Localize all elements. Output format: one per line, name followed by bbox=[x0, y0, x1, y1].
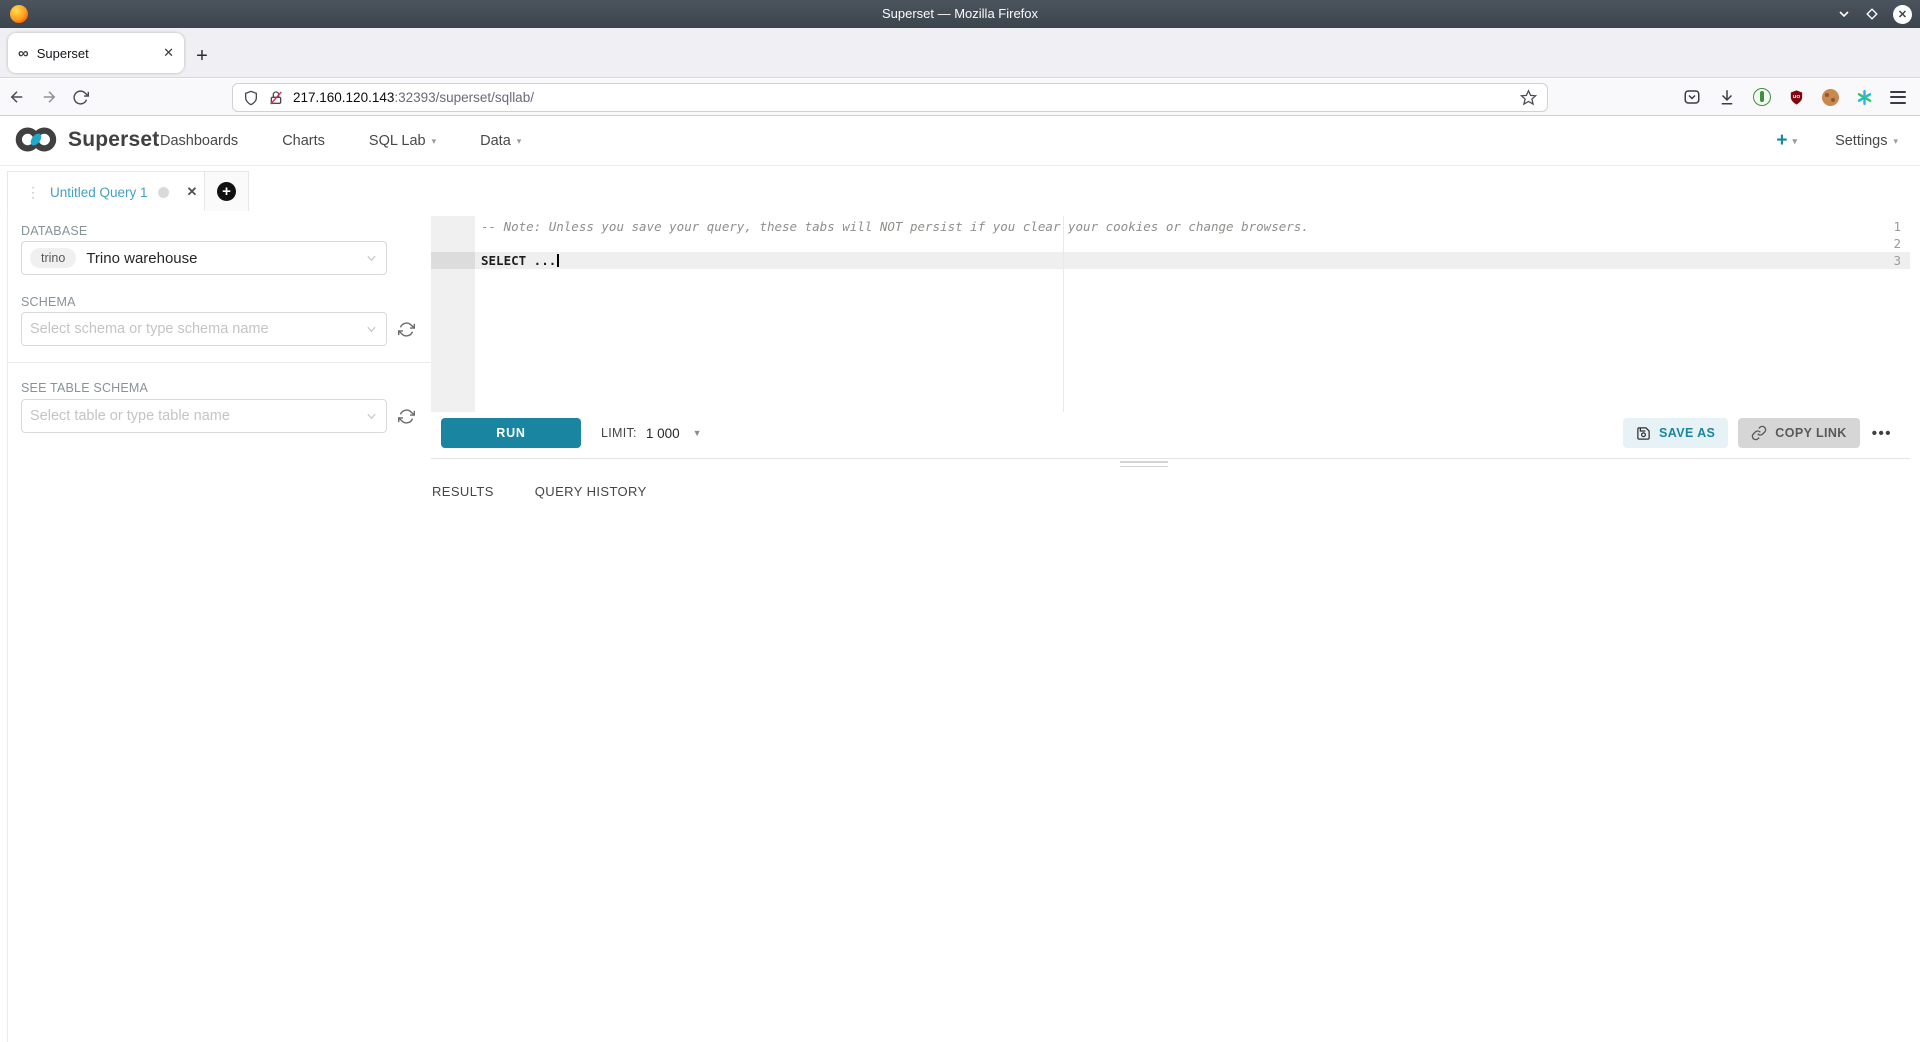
pocket-icon[interactable] bbox=[1683, 88, 1701, 106]
tab-results[interactable]: RESULTS bbox=[432, 484, 494, 499]
database-name: Trino warehouse bbox=[86, 250, 197, 267]
line-number: 3 bbox=[1871, 252, 1901, 269]
schema-placeholder: Select schema or type schema name bbox=[30, 321, 269, 337]
database-type-badge: trino bbox=[30, 248, 76, 268]
reload-icon[interactable] bbox=[72, 89, 89, 106]
tab-query-history[interactable]: QUERY HISTORY bbox=[535, 484, 647, 499]
download-icon[interactable] bbox=[1718, 88, 1736, 106]
drag-handle-icon[interactable]: ⋮ bbox=[26, 185, 40, 199]
more-options-icon[interactable]: ••• bbox=[1870, 425, 1894, 442]
pane-splitter[interactable] bbox=[431, 458, 1910, 459]
query-tabstrip: ⋮ Untitled Query 1 ✕ + bbox=[7, 171, 249, 212]
maximize-diamond-icon[interactable] bbox=[1865, 7, 1879, 21]
query-status-dot bbox=[158, 187, 169, 198]
sql-editor[interactable]: 1 2 3 -- Note: Unless you save your quer… bbox=[431, 216, 1910, 412]
chevron-down-icon bbox=[366, 324, 377, 335]
results-tabbar: RESULTS QUERY HISTORY bbox=[432, 484, 647, 499]
table-placeholder: Select table or type table name bbox=[30, 408, 230, 424]
superset-favicon-icon: ∞ bbox=[18, 46, 29, 61]
url-host: 217.160.120.143 bbox=[293, 90, 394, 105]
editor-toolbar: RUN LIMIT: 1 000 ▼ SAVE AS COPY LINK ••• bbox=[431, 418, 1910, 449]
bookmark-star-icon[interactable] bbox=[1520, 89, 1537, 106]
window-title: Superset — Mozilla Firefox bbox=[882, 0, 1038, 28]
superset-logo[interactable]: Superset bbox=[14, 126, 159, 153]
firefox-logo-icon bbox=[10, 5, 28, 23]
query-tab-close-icon[interactable]: ✕ bbox=[187, 184, 198, 200]
database-label: DATABASE bbox=[21, 224, 87, 238]
gutter-active-line bbox=[431, 252, 475, 269]
add-query-tab-cell: + bbox=[205, 171, 249, 212]
limit-label: LIMIT: bbox=[601, 426, 637, 440]
sidebar-divider bbox=[8, 362, 431, 363]
browser-toolbar: 217.160.120.143:32393/superset/sqllab/ U… bbox=[0, 79, 1920, 116]
line-number: 2 bbox=[1871, 235, 1901, 252]
add-new-button[interactable]: +▾ bbox=[1776, 130, 1797, 152]
nav-item-sql-lab[interactable]: SQL Lab▾ bbox=[369, 133, 436, 149]
close-icon[interactable]: ✕ bbox=[1893, 5, 1912, 24]
brand-name: Superset bbox=[68, 128, 159, 152]
url-bar[interactable]: 217.160.120.143:32393/superset/sqllab/ bbox=[232, 83, 1548, 112]
text-cursor bbox=[557, 254, 559, 267]
shield-icon[interactable] bbox=[243, 90, 259, 106]
code-line-comment: -- Note: Unless you save your query, the… bbox=[481, 218, 1309, 235]
chevron-down-icon: ▼ bbox=[693, 428, 702, 438]
editor-active-line bbox=[475, 252, 1910, 269]
limit-dropdown[interactable]: LIMIT: 1 000 ▼ bbox=[601, 418, 702, 448]
query-tab-title: Untitled Query 1 bbox=[50, 185, 148, 200]
chevron-down-icon: ▾ bbox=[432, 136, 437, 147]
query-tab-untitled-1[interactable]: ⋮ Untitled Query 1 ✕ bbox=[7, 171, 205, 212]
chevron-down-icon: ▾ bbox=[517, 136, 522, 147]
splitter-drag-handle-icon[interactable] bbox=[1120, 461, 1168, 470]
copy-link-button[interactable]: COPY LINK bbox=[1738, 418, 1859, 448]
run-button[interactable]: RUN bbox=[441, 418, 581, 448]
window-titlebar: Superset — Mozilla Firefox ✕ bbox=[0, 0, 1920, 28]
nav-item-charts[interactable]: Charts bbox=[282, 133, 325, 149]
link-icon bbox=[1751, 425, 1767, 441]
schema-label: SCHEMA bbox=[21, 295, 76, 309]
settings-menu[interactable]: Settings▾ bbox=[1835, 133, 1898, 149]
nav-item-dashboards[interactable]: Dashboards bbox=[160, 133, 238, 149]
new-tab-button[interactable]: + bbox=[188, 42, 216, 70]
url-text: 217.160.120.143:32393/superset/sqllab/ bbox=[293, 90, 1511, 105]
add-query-tab-button[interactable]: + bbox=[217, 182, 236, 201]
minimize-chevron-icon[interactable] bbox=[1837, 7, 1851, 21]
chevron-down-icon bbox=[366, 411, 377, 422]
tab-close-icon[interactable]: ✕ bbox=[163, 45, 174, 61]
refresh-table-icon[interactable] bbox=[396, 406, 416, 426]
forward-icon[interactable] bbox=[40, 88, 58, 106]
back-icon[interactable] bbox=[8, 88, 26, 106]
limit-value: 1 000 bbox=[646, 426, 680, 441]
refresh-schema-icon[interactable] bbox=[396, 319, 416, 339]
save-as-button[interactable]: SAVE AS bbox=[1623, 418, 1728, 448]
superset-header: Superset Dashboards Charts SQL Lab▾ Data… bbox=[0, 117, 1920, 166]
ublock-icon[interactable]: UO bbox=[1788, 89, 1805, 106]
menu-icon[interactable] bbox=[1890, 91, 1906, 104]
infinity-logo-icon bbox=[14, 126, 60, 153]
nav-item-data[interactable]: Data▾ bbox=[480, 133, 521, 149]
code-line-active: SELECT ... bbox=[481, 252, 559, 269]
chevron-down-icon bbox=[366, 253, 377, 264]
privacy-badger-icon[interactable] bbox=[1753, 88, 1771, 106]
browser-tabbar: ∞ Superset ✕ + bbox=[0, 28, 1920, 78]
save-icon bbox=[1636, 426, 1651, 441]
table-schema-label: SEE TABLE SCHEMA bbox=[21, 381, 148, 395]
url-path: :32393/superset/sqllab/ bbox=[394, 90, 534, 105]
chevron-down-icon: ▾ bbox=[1793, 136, 1798, 147]
chevron-down-icon: ▾ bbox=[1893, 136, 1898, 147]
extension-starburst-icon[interactable] bbox=[1856, 89, 1873, 106]
sql-lab-panel: DATABASE trino Trino warehouse SCHEMA Se… bbox=[7, 211, 1920, 1042]
browser-tab-title: Superset bbox=[37, 46, 155, 61]
schema-select[interactable]: Select schema or type schema name bbox=[21, 312, 387, 346]
lock-crossed-icon[interactable] bbox=[268, 90, 284, 106]
table-select[interactable]: Select table or type table name bbox=[21, 399, 387, 433]
editor-print-margin bbox=[1063, 216, 1064, 412]
database-select[interactable]: trino Trino warehouse bbox=[21, 241, 387, 275]
editor-gutter bbox=[431, 216, 475, 412]
svg-text:UO: UO bbox=[1793, 94, 1801, 100]
line-number: 1 bbox=[1871, 218, 1901, 235]
browser-tab-superset[interactable]: ∞ Superset ✕ bbox=[8, 33, 184, 73]
cookie-icon[interactable] bbox=[1822, 89, 1839, 106]
